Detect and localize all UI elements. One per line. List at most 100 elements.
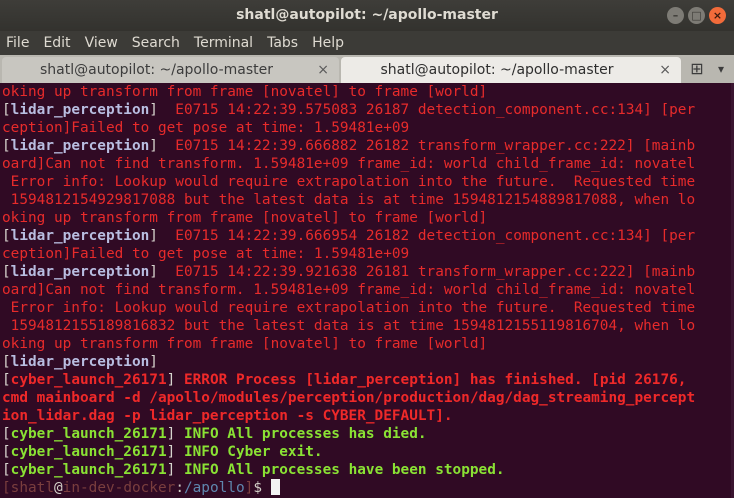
log-text: E0715 14:22:39.575083 26187 detection_co… xyxy=(157,102,696,118)
terminal-output[interactable]: oking up transform from frame [novatel] … xyxy=(0,83,734,498)
terminal-line: 1594812154929817088 but the latest data … xyxy=(2,191,734,209)
tag-bracket: [ xyxy=(2,264,11,280)
tab-bar: shatl@autopilot: ~/apollo-master × shatl… xyxy=(0,55,734,83)
log-tag: cyber_launch_26171 xyxy=(10,462,167,478)
log-text: E0715 14:22:39.666954 26182 detection_co… xyxy=(157,228,696,244)
terminal-line: oard]Can not find transform. 1.59481e+09… xyxy=(2,155,734,173)
prompt-path: /apollo xyxy=(183,480,245,496)
title-bar[interactable]: shatl@autopilot: ~/apollo-master – □ × xyxy=(0,0,734,31)
log-tag: cyber_launch_26171 xyxy=(10,426,167,442)
tag-bracket: ] xyxy=(166,426,176,442)
menu-search[interactable]: Search xyxy=(132,31,180,55)
prompt-user: shatl xyxy=(10,480,54,496)
terminal-line: oking up transform from frame [novatel] … xyxy=(2,83,734,101)
tag-bracket: [ xyxy=(2,444,11,460)
tag-bracket: ] xyxy=(166,372,176,388)
text-cursor xyxy=(270,479,280,495)
terminal-line: [cyber_launch_26171] INFO All processes … xyxy=(2,425,734,443)
terminal-line: Error info: Lookup would require extrapo… xyxy=(2,299,734,317)
terminal-line: [cyber_launch_26171] INFO All processes … xyxy=(2,461,734,479)
log-tag: lidar_perception xyxy=(10,354,150,370)
terminal-line: ception]Failed to get pose at time: 1.59… xyxy=(2,119,734,137)
menu-file[interactable]: File xyxy=(6,31,29,55)
tag-bracket: ] xyxy=(149,102,158,118)
log-tag: lidar_perception xyxy=(10,264,150,280)
prompt-host: in-dev-docker xyxy=(62,480,176,496)
terminal-line: [cyber_launch_26171] INFO Cyber exit. xyxy=(2,443,734,461)
tag-bracket: ] xyxy=(149,264,158,280)
shell-prompt[interactable]: [shatl@in-dev-docker:/apollo]$ xyxy=(2,479,734,497)
tag-bracket: [ xyxy=(2,354,11,370)
tag-bracket: [ xyxy=(2,426,11,442)
tag-bracket: ] xyxy=(166,462,176,478)
log-text: Error info: Lookup would require extrapo… xyxy=(2,300,696,316)
terminal-line: ion_lidar.dag -p lidar_perception -s CYB… xyxy=(2,407,734,425)
tab-2-label: shatl@autopilot: ~/apollo-master xyxy=(380,62,614,78)
log-text: INFO All processes have been stopped. xyxy=(175,462,505,478)
tag-bracket: [ xyxy=(2,138,11,154)
terminal-line: oking up transform from frame [novatel] … xyxy=(2,209,734,227)
tag-bracket: ] xyxy=(149,228,158,244)
new-tab-icon[interactable]: ⊞ xyxy=(684,58,710,80)
maximize-icon[interactable]: □ xyxy=(688,7,705,24)
terminal-line: oard]Can not find transform. 1.59481e+09… xyxy=(2,281,734,299)
log-tag: lidar_perception xyxy=(10,102,150,118)
menu-terminal[interactable]: Terminal xyxy=(194,31,253,55)
close-icon[interactable]: × xyxy=(709,7,726,24)
terminal-line: [cyber_launch_26171] ERROR Process [lida… xyxy=(2,371,734,389)
terminal-line: [lidar_perception] E0715 14:22:39.666954… xyxy=(2,227,734,245)
log-text: ception]Failed to get pose at time: 1.59… xyxy=(2,246,410,262)
terminal-line: ception]Failed to get pose at time: 1.59… xyxy=(2,245,734,263)
log-text: E0715 14:22:39.921638 26181 transform_wr… xyxy=(157,264,696,280)
log-text: E0715 14:22:39.666882 26182 transform_wr… xyxy=(157,138,696,154)
log-text: Error info: Lookup would require extrapo… xyxy=(2,174,696,190)
log-tag: cyber_launch_26171 xyxy=(10,372,167,388)
log-text: INFO All processes has died. xyxy=(175,426,427,442)
prompt-symbol: $ xyxy=(253,480,271,496)
window-title: shatl@autopilot: ~/apollo-master xyxy=(236,7,498,23)
prompt-colon: : xyxy=(175,480,184,496)
log-text: 1594812154929817088 but the latest data … xyxy=(2,192,696,208)
terminal-line: cmd mainboard -d /apollo/modules/percept… xyxy=(2,389,734,407)
terminal-window: shatl@autopilot: ~/apollo-master – □ × F… xyxy=(0,0,734,498)
log-tag: cyber_launch_26171 xyxy=(10,444,167,460)
menu-view[interactable]: View xyxy=(85,31,118,55)
prompt-bracket: ] xyxy=(244,480,254,496)
window-controls: – □ × xyxy=(667,7,726,24)
minimize-icon[interactable]: – xyxy=(667,7,684,24)
tag-bracket: [ xyxy=(2,228,11,244)
terminal-line: [lidar_perception] E0715 14:22:39.666882… xyxy=(2,137,734,155)
tag-bracket: [ xyxy=(2,462,11,478)
terminal-line: [lidar_perception] E0715 14:22:39.575083… xyxy=(2,101,734,119)
terminal-line: oking up transform from frame [novatel] … xyxy=(2,335,734,353)
terminal-line: [lidar_perception] xyxy=(2,353,734,371)
log-text: ERROR Process [lidar_perception] has fin… xyxy=(175,372,687,388)
log-text: oking up transform from frame [novatel] … xyxy=(2,210,488,226)
log-text: cmd mainboard -d /apollo/modules/percept… xyxy=(2,390,696,406)
prompt-bracket: [ xyxy=(2,480,11,496)
log-tag: lidar_perception xyxy=(10,138,150,154)
tab-1[interactable]: shatl@autopilot: ~/apollo-master × xyxy=(2,57,339,83)
tab-2-close-icon[interactable]: × xyxy=(659,57,671,83)
tab-1-close-icon[interactable]: × xyxy=(317,57,329,83)
tab-2[interactable]: shatl@autopilot: ~/apollo-master × xyxy=(341,57,681,83)
tag-bracket: ] xyxy=(166,444,176,460)
menu-help[interactable]: Help xyxy=(312,31,344,55)
menu-edit[interactable]: Edit xyxy=(43,31,70,55)
log-text: oking up transform from frame [novatel] … xyxy=(2,336,488,352)
tab-menu-chevron-down-icon[interactable]: ▾ xyxy=(712,58,730,80)
terminal-line: [lidar_perception] E0715 14:22:39.921638… xyxy=(2,263,734,281)
log-text: oard]Can not find transform. 1.59481e+09… xyxy=(2,156,696,172)
log-text: 1594812155189816832 but the latest data … xyxy=(2,318,696,334)
tag-bracket: ] xyxy=(149,354,158,370)
prompt-at: @ xyxy=(54,480,63,496)
terminal-line: 1594812155189816832 but the latest data … xyxy=(2,317,734,335)
log-text: oking up transform from frame [novatel] … xyxy=(2,84,488,100)
tag-bracket: [ xyxy=(2,372,11,388)
menu-tabs[interactable]: Tabs xyxy=(267,31,298,55)
log-text: oard]Can not find transform. 1.59481e+09… xyxy=(2,282,696,298)
log-tag: lidar_perception xyxy=(10,228,150,244)
terminal-line: Error info: Lookup would require extrapo… xyxy=(2,173,734,191)
log-text: ion_lidar.dag -p lidar_perception -s CYB… xyxy=(2,408,453,424)
tag-bracket: ] xyxy=(149,138,158,154)
